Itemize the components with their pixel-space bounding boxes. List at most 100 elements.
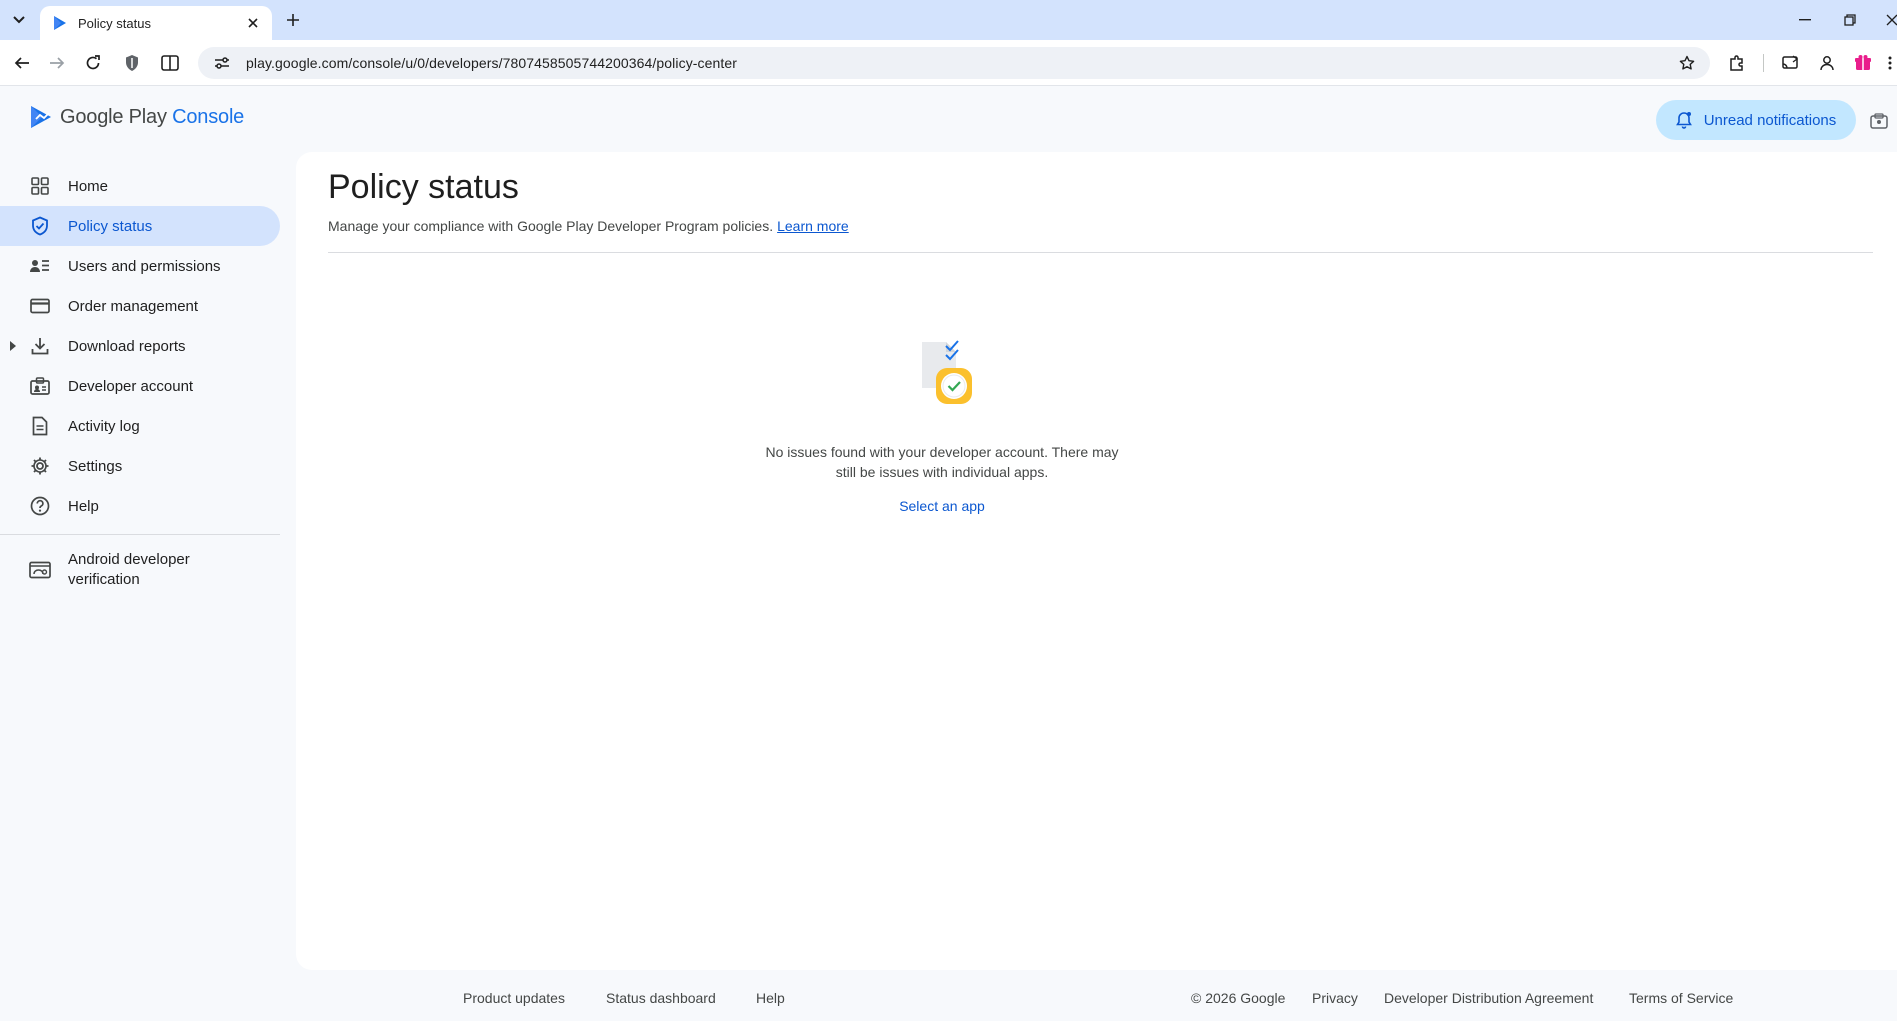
restore-icon (1844, 14, 1856, 26)
person-icon (1820, 56, 1834, 71)
app-header: Google Play Console Unread notifications (0, 86, 1897, 152)
sidebar-item-label: Developer account (68, 377, 194, 395)
bookmark-star-icon[interactable] (1676, 52, 1698, 74)
page-title: Policy status (328, 168, 519, 206)
shield-check-icon (28, 214, 52, 238)
close-window-button[interactable] (1880, 8, 1897, 32)
shield-extension-button[interactable] (120, 51, 144, 75)
sidebar-item-android-developer-verification[interactable]: Android developer verification (0, 547, 280, 593)
toolbar-separator (1763, 54, 1764, 72)
footer-status-dashboard-link[interactable]: Status dashboard (606, 990, 716, 1006)
sidebar-item-order-management[interactable]: Order management (0, 286, 280, 326)
empty-state-message: No issues found with your developer acco… (765, 444, 1119, 480)
learn-more-link[interactable]: Learn more (777, 218, 849, 234)
browser-tab-strip: Policy status (0, 0, 1897, 40)
gear-icon (28, 454, 52, 478)
document-icon (28, 414, 52, 438)
sidebar-item-label: Download reports (68, 337, 186, 355)
sidebar-item-label: Policy status (68, 217, 153, 235)
select-an-app-link[interactable]: Select an app (899, 498, 985, 514)
gift-button[interactable] (1851, 51, 1875, 75)
reload-icon (86, 55, 100, 70)
sidebar-item-label: Home (68, 177, 109, 195)
tab-search-button[interactable] (6, 8, 32, 32)
url-text: play.google.com/console/u/0/developers/7… (246, 55, 738, 71)
new-tab-button[interactable] (282, 9, 304, 31)
dashboard-grid-icon (28, 174, 52, 198)
tab-title: Policy status (78, 15, 151, 31)
page-footer: Product updates Status dashboard Help © … (0, 990, 1897, 1014)
restore-window-button[interactable] (1838, 8, 1862, 32)
policy-checklist-illustration-icon (922, 340, 972, 404)
minimize-window-button[interactable] (1793, 8, 1817, 32)
browser-menu-button[interactable] (1884, 51, 1896, 75)
forward-button[interactable] (45, 51, 69, 75)
sidebar-item-help[interactable]: Help (0, 486, 280, 526)
sidebar-item-label: Help (68, 497, 99, 515)
empty-state: No issues found with your developer acco… (296, 332, 1588, 514)
sidebar-item-settings[interactable]: Settings (0, 446, 280, 486)
profile-button[interactable] (1815, 51, 1839, 75)
extensions-button[interactable] (1725, 51, 1749, 75)
footer-terms-link[interactable]: Terms of Service (1629, 990, 1733, 1006)
footer-copyright: © 2026 Google (1191, 990, 1286, 1006)
credit-card-icon (28, 294, 52, 318)
sidebar-item-label: Android developer verification (68, 551, 190, 588)
sidebar-item-home[interactable]: Home (0, 166, 280, 206)
page-subtitle-text: Manage your compliance with Google Play … (328, 218, 774, 234)
badge-id-icon (28, 374, 52, 398)
reading-mode-button[interactable] (158, 51, 182, 75)
footer-privacy-link[interactable]: Privacy (1312, 990, 1358, 1006)
unread-notifications-button[interactable]: Unread notifications (1656, 100, 1856, 140)
play-console-logo[interactable]: Google Play Console (28, 104, 244, 130)
expand-arrow-icon[interactable] (10, 339, 22, 353)
main-content: Policy status Manage your compliance wit… (296, 152, 1897, 970)
sidebar-divider (0, 534, 280, 535)
sidebar-item-download-reports[interactable]: Download reports (0, 326, 280, 366)
sidebar-item-label: Users and permissions (68, 257, 221, 275)
puzzle-icon (1730, 55, 1743, 71)
cast-icon (1782, 55, 1799, 69)
sidebar-item-policy-status[interactable]: Policy status (0, 206, 280, 246)
play-console-favicon-icon (54, 16, 66, 30)
header-app-switcher-button[interactable] (1870, 112, 1892, 130)
gift-icon (1855, 55, 1871, 70)
back-button[interactable] (10, 51, 34, 75)
minimize-icon (1799, 19, 1811, 21)
sidebar-item-label: Activity log (68, 417, 140, 435)
download-icon (28, 334, 52, 358)
verification-card-icon (28, 558, 52, 582)
notification-bell-icon (1675, 111, 1694, 129)
browser-tab-active[interactable]: Policy status (40, 6, 272, 40)
footer-product-updates-link[interactable]: Product updates (463, 990, 565, 1006)
sidebar-item-label: Order management (68, 297, 199, 315)
brand-name: Google Play Console (60, 105, 245, 128)
users-list-icon (28, 254, 52, 278)
more-vert-icon (1888, 56, 1892, 70)
apps-badge-icon (1870, 113, 1888, 129)
page-subtitle: Manage your compliance with Google Play … (328, 218, 849, 234)
chevron-down-icon (13, 16, 25, 24)
split-view-icon (161, 55, 179, 71)
address-bar[interactable]: play.google.com/console/u/0/developers/7… (198, 47, 1710, 79)
site-info-icon[interactable] (210, 51, 234, 75)
footer-dda-link[interactable]: Developer Distribution Agreement (1384, 990, 1593, 1006)
sidebar-item-users-and-permissions[interactable]: Users and permissions (0, 246, 280, 286)
sidebar-item-developer-account[interactable]: Developer account (0, 366, 280, 406)
browser-toolbar: play.google.com/console/u/0/developers/7… (0, 40, 1897, 86)
sidebar-item-label: Settings (68, 457, 123, 475)
tab-close-icon[interactable] (244, 14, 262, 32)
shield-icon (126, 55, 138, 71)
arrow-back-icon (14, 57, 29, 69)
reload-button[interactable] (81, 51, 105, 75)
unread-notifications-label: Unread notifications (1703, 111, 1837, 129)
play-console-logo-icon (31, 106, 51, 128)
media-route-button[interactable] (1778, 51, 1802, 75)
sidebar-item-activity-log[interactable]: Activity log (0, 406, 280, 446)
arrow-forward-icon (50, 57, 65, 69)
footer-help-link[interactable]: Help (756, 990, 785, 1006)
sidebar-nav: Home Policy status Users and permissions… (0, 166, 290, 593)
close-icon (1886, 14, 1897, 26)
help-circle-icon (28, 494, 52, 518)
header-divider (328, 252, 1873, 253)
